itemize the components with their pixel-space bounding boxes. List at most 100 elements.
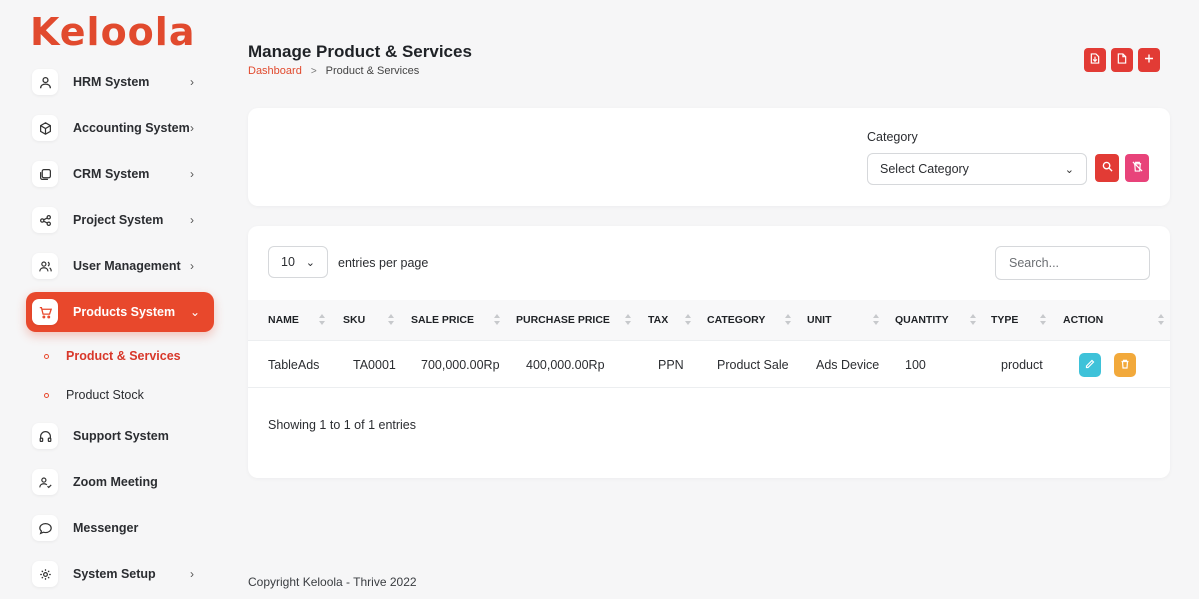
cell-tax: PPN (658, 358, 684, 372)
sidebar-subitem-label: Product Stock (66, 388, 144, 402)
chevron-right-icon: › (190, 121, 194, 135)
clear-filter-button[interactable] (1125, 154, 1149, 182)
category-label: Category (867, 130, 918, 144)
apply-filter-button[interactable] (1095, 154, 1119, 182)
layers-icon (32, 161, 58, 187)
chevron-right-icon: › (190, 259, 194, 273)
sidebar-item-label: Accounting System (73, 121, 190, 135)
trash-icon (1120, 356, 1130, 374)
column-header-name[interactable]: NAME (268, 300, 299, 340)
table-info: Showing 1 to 1 of 1 entries (268, 418, 417, 432)
import-icon (1090, 51, 1100, 69)
sidebar-item-products-system[interactable]: Products System ⌄ (26, 292, 214, 332)
sidebar-item-label: Products System (73, 305, 176, 319)
column-header-sale-price[interactable]: SALE PRICE (411, 300, 474, 340)
plus-icon (1144, 51, 1154, 69)
sort-icon[interactable] (318, 313, 326, 327)
entries-per-page-value: 10 (281, 255, 295, 269)
sidebar-item-hrm-system[interactable]: HRM System › (26, 62, 214, 102)
trash-icon (1131, 159, 1143, 177)
sidebar-item-project-system[interactable]: Project System › (26, 200, 214, 240)
chevron-right-icon: › (190, 213, 194, 227)
export-button[interactable] (1111, 48, 1133, 72)
user-icon (32, 69, 58, 95)
sidebar-item-label: System Setup (73, 567, 156, 581)
cart-icon (32, 299, 58, 325)
column-header-tax[interactable]: TAX (648, 300, 668, 340)
entries-per-page-select[interactable]: 10 ⌄ (268, 246, 328, 278)
chevron-down-icon: ⌄ (1064, 163, 1074, 176)
sort-icon[interactable] (784, 313, 792, 327)
table-header: NAME SKU SALE PRICE PURCHASE PRICE TAX C… (248, 300, 1170, 340)
category-select[interactable]: Select Category ⌄ (867, 153, 1087, 185)
table-row: TableAds TA0001 700,000.00Rp 400,000.00R… (248, 340, 1170, 388)
page-title: Manage Product & Services (248, 42, 472, 61)
breadcrumb-dashboard-link[interactable]: Dashboard (248, 65, 302, 77)
add-product-button[interactable] (1138, 48, 1160, 72)
bullet-icon (44, 353, 49, 359)
sort-icon[interactable] (1157, 313, 1165, 327)
column-header-category[interactable]: CATEGORY (707, 300, 765, 340)
sort-icon[interactable] (1039, 313, 1047, 327)
sidebar-item-messenger[interactable]: Messenger (26, 508, 214, 548)
column-header-quantity[interactable]: QUANTITY (895, 300, 949, 340)
edit-button[interactable] (1079, 353, 1101, 377)
cell-category: Product Sale (717, 358, 789, 372)
export-icon (1117, 51, 1127, 69)
breadcrumb-separator: > (310, 65, 317, 77)
column-header-purchase-price[interactable]: PURCHASE PRICE (516, 300, 610, 340)
cell-purchase-price: 400,000.00Rp (526, 358, 605, 372)
pencil-icon (1085, 356, 1095, 374)
category-select-value: Select Category (880, 162, 969, 176)
column-header-action[interactable]: ACTION (1063, 300, 1103, 340)
sidebar-item-crm-system[interactable]: CRM System › (26, 154, 214, 194)
sidebar-item-label: CRM System (73, 167, 150, 181)
entries-per-page-label: entries per page (338, 256, 429, 270)
sidebar-item-label: Support System (73, 429, 169, 443)
sort-icon[interactable] (872, 313, 880, 327)
column-header-type[interactable]: TYPE (991, 300, 1018, 340)
chevron-down-icon: ⌄ (190, 305, 201, 319)
keloola-logo[interactable]: Keloola (30, 10, 195, 54)
settings-icon (32, 561, 58, 587)
column-header-unit[interactable]: UNIT (807, 300, 832, 340)
delete-button[interactable] (1114, 353, 1136, 377)
users-icon (32, 253, 58, 279)
sidebar-item-support-system[interactable]: Support System (26, 416, 214, 456)
sidebar-item-accounting-system[interactable]: Accounting System › (26, 108, 214, 148)
sidebar-item-label: User Management (73, 259, 181, 273)
sidebar-item-label: Zoom Meeting (73, 475, 158, 489)
breadcrumb-current: Product & Services (325, 65, 420, 77)
sidebar-subitem-product-services[interactable]: Product & Services (44, 346, 181, 366)
cell-type: product (1001, 358, 1043, 372)
table-search-input[interactable] (995, 246, 1150, 280)
sidebar-item-label: HRM System (73, 75, 150, 89)
chevron-down-icon: ⌄ (305, 256, 315, 269)
sidebar-item-user-management[interactable]: User Management › (26, 246, 214, 286)
headphones-icon (32, 423, 58, 449)
sort-icon[interactable] (493, 313, 501, 327)
box-icon (32, 115, 58, 141)
search-icon (1102, 159, 1113, 177)
sidebar-item-system-setup[interactable]: System Setup › (26, 554, 214, 594)
column-header-sku[interactable]: SKU (343, 300, 365, 340)
cell-quantity: 100 (905, 358, 926, 372)
sort-icon[interactable] (684, 313, 692, 327)
filter-card: Category Select Category ⌄ (248, 108, 1170, 206)
share-icon (32, 207, 58, 233)
sort-icon[interactable] (624, 313, 632, 327)
message-icon (32, 515, 58, 541)
sort-icon[interactable] (387, 313, 395, 327)
cell-unit: Ads Device (816, 358, 880, 372)
bullet-icon (44, 392, 49, 398)
sidebar-subitem-label: Product & Services (66, 349, 181, 363)
cell-sale-price: 700,000.00Rp (421, 358, 500, 372)
sidebar: Keloola HRM System › Accounting System ›… (0, 0, 232, 599)
sort-icon[interactable] (969, 313, 977, 327)
sidebar-subitem-product-stock[interactable]: Product Stock (44, 385, 144, 405)
cell-name: TableAds (268, 358, 320, 372)
cell-sku: TA0001 (353, 358, 396, 372)
sidebar-item-zoom-meeting[interactable]: Zoom Meeting (26, 462, 214, 502)
import-button[interactable] (1084, 48, 1106, 72)
footer-copyright: Copyright Keloola - Thrive 2022 (248, 575, 417, 589)
